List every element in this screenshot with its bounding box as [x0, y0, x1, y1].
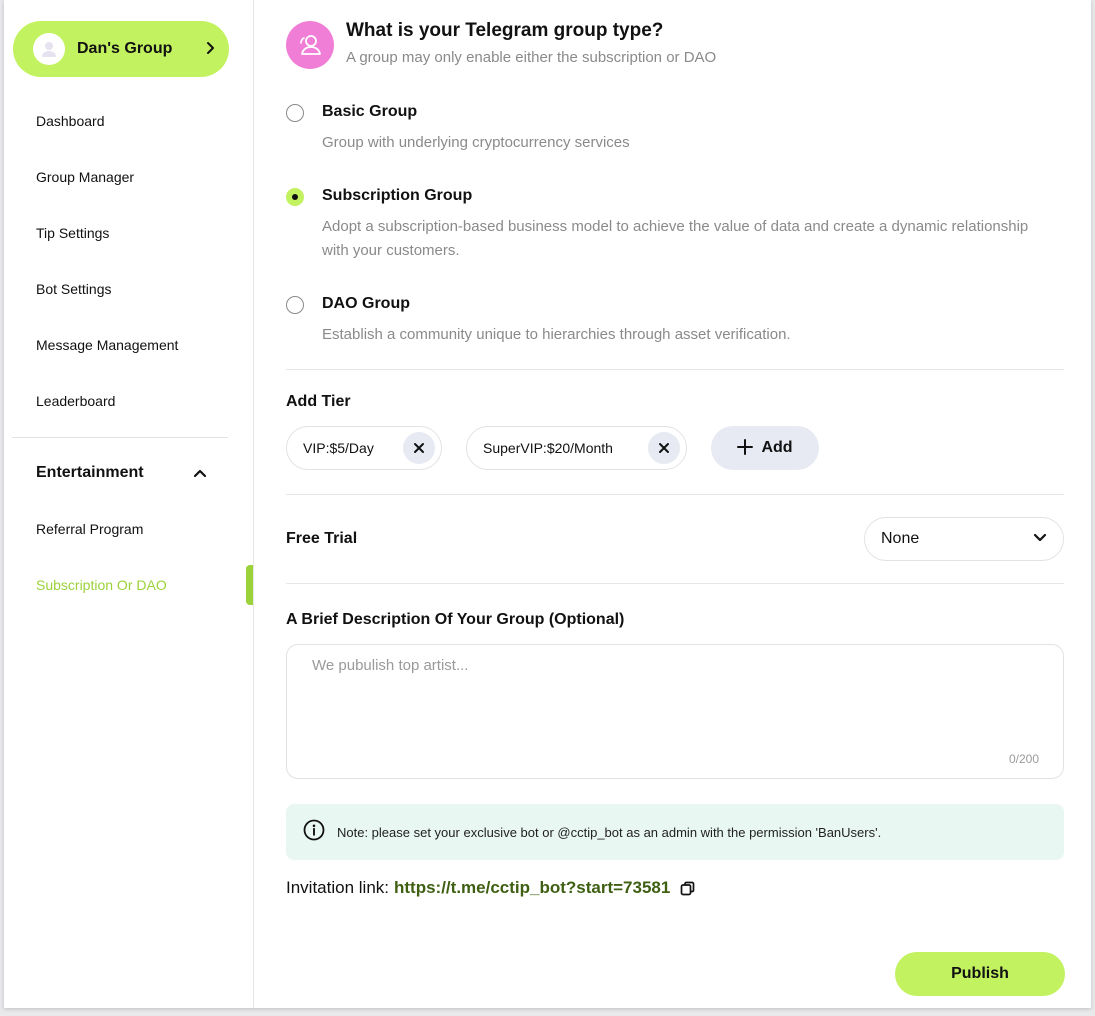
sidebar: Dan's Group Dashboard Group Manager Tip …	[4, 0, 254, 1008]
add-tier-button[interactable]: Add	[711, 426, 819, 470]
sidebar-nav: Dashboard Group Manager Tip Settings Bot…	[4, 93, 253, 429]
chevron-up-icon	[193, 465, 207, 483]
basic-group-radio[interactable]	[286, 104, 304, 122]
note-text: Note: please set your exclusive bot or @…	[337, 824, 882, 840]
sidebar-section-title: Entertainment	[36, 464, 144, 481]
add-tier-label: Add	[761, 439, 793, 456]
admin-note: Note: please set your exclusive bot or @…	[286, 804, 1064, 860]
radio-description: Establish a community unique to hierarch…	[322, 326, 791, 343]
free-trial-value: None	[881, 530, 920, 547]
info-icon	[303, 819, 325, 846]
publish-button[interactable]: Publish	[895, 952, 1065, 996]
user-icon	[42, 42, 56, 57]
page-subtitle: A group may only enable either the subsc…	[346, 49, 717, 66]
character-counter: 0/200	[1008, 752, 1039, 766]
sidebar-divider	[12, 437, 228, 438]
app-window: Dan's Group Dashboard Group Manager Tip …	[4, 0, 1091, 1008]
close-icon[interactable]	[648, 432, 680, 464]
description-textarea[interactable]: We pubulish top artist... 0/200	[286, 644, 1064, 779]
radio-title: Basic Group	[322, 103, 418, 120]
group-switcher-button[interactable]: Dan's Group	[13, 21, 229, 77]
tier-chip-label: VIP:$5/Day	[303, 440, 374, 456]
main-content: What is your Telegram group type? A grou…	[286, 0, 1066, 1008]
tier-chip-label: SuperVIP:$20/Month	[483, 440, 613, 456]
radio-title: Subscription Group	[322, 187, 473, 204]
invitation-link[interactable]: https://t.me/cctip_bot?start=73581	[394, 878, 670, 898]
tier-chip: SuperVIP:$20/Month	[466, 426, 687, 470]
radio-description: Adopt a subscription-based business mode…	[322, 218, 1029, 259]
radio-description: Group with underlying cryptocurrency ser…	[322, 134, 630, 151]
copy-icon[interactable]	[680, 881, 695, 896]
description-label: A Brief Description Of Your Group (Optio…	[286, 611, 625, 628]
sidebar-item-group-manager[interactable]: Group Manager	[4, 149, 253, 205]
subscription-group-radio[interactable]	[286, 188, 304, 206]
radio-title: DAO Group	[322, 295, 410, 312]
group-avatar	[33, 33, 65, 65]
sidebar-item-subscription-or-dao[interactable]: Subscription Or DAO	[4, 557, 253, 613]
free-trial-label: Free Trial	[286, 530, 358, 547]
divider	[286, 583, 1064, 584]
divider	[286, 369, 1064, 370]
sidebar-subnav: Referral Program Subscription Or DAO	[4, 501, 253, 613]
invitation-label: Invitation link:	[286, 878, 389, 897]
free-trial-select[interactable]: None	[864, 517, 1064, 561]
dao-group-radio[interactable]	[286, 296, 304, 314]
divider	[286, 494, 1064, 495]
sidebar-item-message-management[interactable]: Message Management	[4, 317, 253, 373]
chevron-down-icon	[1033, 530, 1047, 548]
close-icon[interactable]	[403, 432, 435, 464]
invitation-row: Invitation link: https://t.me/cctip_bot?…	[286, 878, 695, 898]
group-type-icon	[286, 21, 334, 69]
sidebar-item-dashboard[interactable]: Dashboard	[4, 93, 253, 149]
plus-icon	[737, 438, 754, 458]
sidebar-item-referral-program[interactable]: Referral Program	[4, 501, 253, 557]
tier-chip: VIP:$5/Day	[286, 426, 442, 470]
page-title: What is your Telegram group type?	[346, 20, 664, 41]
chevron-right-icon	[205, 39, 217, 60]
sidebar-item-leaderboard[interactable]: Leaderboard	[4, 373, 253, 429]
sidebar-item-tip-settings[interactable]: Tip Settings	[4, 205, 253, 261]
description-placeholder: We pubulish top artist...	[312, 657, 469, 674]
add-tier-label: Add Tier	[286, 393, 351, 410]
sidebar-item-bot-settings[interactable]: Bot Settings	[4, 261, 253, 317]
group-name: Dan's Group	[77, 40, 173, 57]
active-indicator	[246, 565, 253, 605]
sidebar-section-entertainment[interactable]: Entertainment	[4, 445, 253, 501]
